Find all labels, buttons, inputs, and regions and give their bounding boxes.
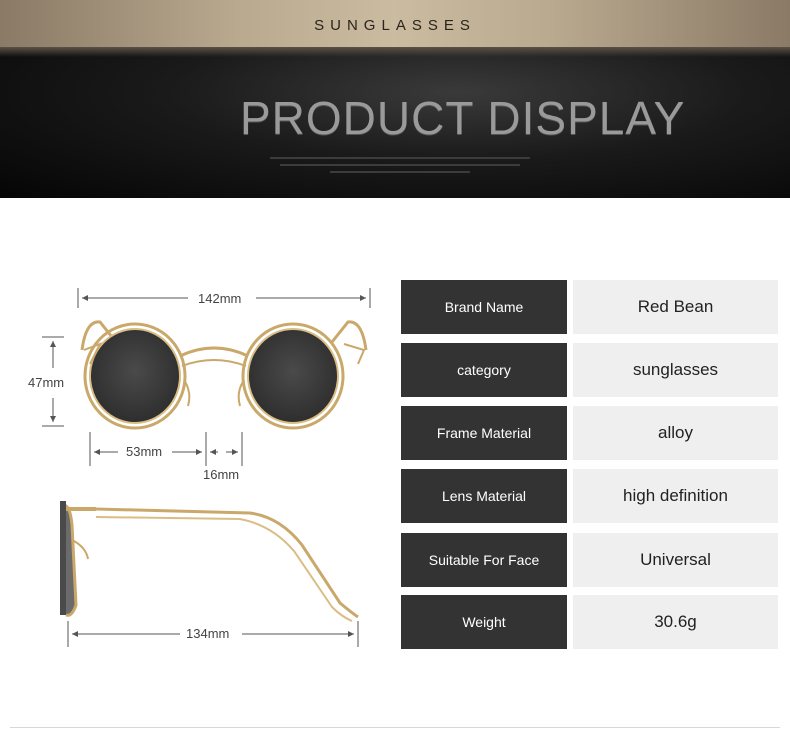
- spec-row-lens-material: Lens Material high definition: [401, 469, 778, 523]
- decorative-line: [270, 157, 530, 159]
- spec-label: Lens Material: [401, 469, 567, 523]
- banner-subtitle: SUNGLASSES: [314, 17, 476, 34]
- dimension-total-width: 142mm: [198, 291, 242, 306]
- header-banner: SUNGLASSES PRODUCT DISPLAY: [0, 0, 790, 198]
- spec-value: alloy: [573, 406, 778, 460]
- dimension-bridge: 16mm: [203, 467, 240, 482]
- spec-value: sunglasses: [573, 343, 778, 397]
- spec-row-weight: Weight 30.6g: [401, 595, 778, 649]
- spec-row-category: category sunglasses: [401, 343, 778, 397]
- spec-value: Red Bean: [573, 280, 778, 334]
- spec-row-face: Suitable For Face Universal: [401, 533, 778, 587]
- spec-label: category: [401, 343, 567, 397]
- decorative-line: [330, 171, 470, 173]
- sunglasses-front-image: [42, 288, 371, 466]
- spec-label: Frame Material: [401, 406, 567, 460]
- banner-top-strip: SUNGLASSES: [0, 0, 790, 47]
- spec-row-frame-material: Frame Material alloy: [401, 406, 778, 460]
- spec-row-brand: Brand Name Red Bean: [401, 280, 778, 334]
- spec-label: Weight: [401, 595, 567, 649]
- spec-label: Suitable For Face: [401, 533, 567, 587]
- spec-label: Brand Name: [401, 280, 567, 334]
- spec-value: high definition: [573, 469, 778, 523]
- page-title: PRODUCT DISPLAY: [240, 92, 686, 144]
- spec-value: 30.6g: [573, 595, 778, 649]
- dimension-temple-length: 134mm: [186, 626, 230, 641]
- dimension-lens-height: 47mm: [28, 375, 65, 390]
- dimension-lens-width: 53mm: [126, 444, 163, 459]
- spec-value: Universal: [573, 533, 778, 587]
- decorative-line: [280, 164, 520, 166]
- bottom-divider: [10, 727, 780, 728]
